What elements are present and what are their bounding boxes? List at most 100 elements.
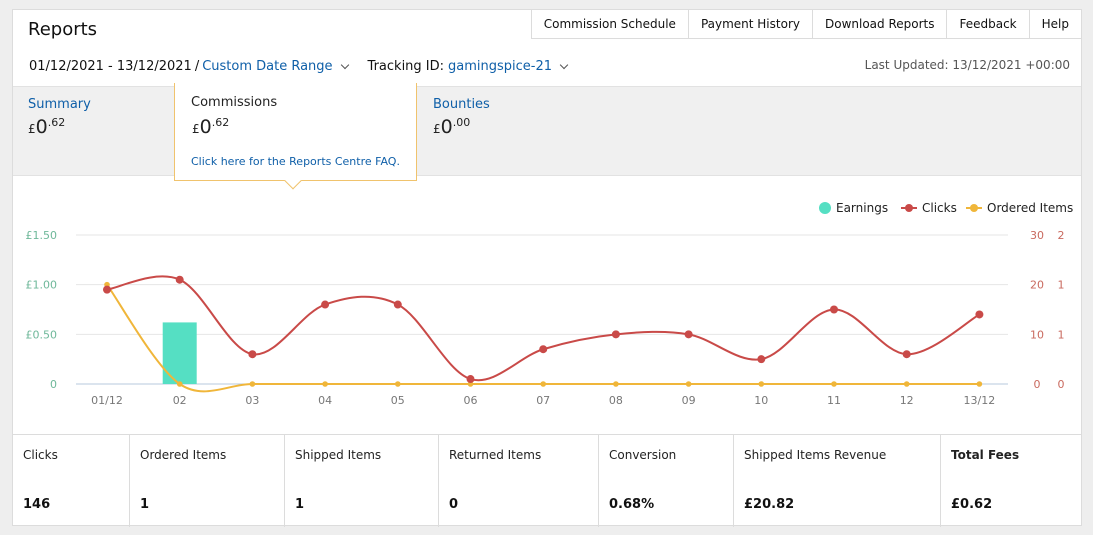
stat-label: Conversion bbox=[609, 448, 677, 462]
stat-label: Clicks bbox=[23, 448, 58, 462]
clicks-point bbox=[393, 300, 402, 309]
last-updated: Last Updated: 13/12/2021 +00:00 bbox=[864, 58, 1070, 72]
y-tick-label-left: 0 bbox=[50, 378, 57, 391]
x-tick-label: 08 bbox=[609, 394, 623, 407]
nav-download-reports[interactable]: Download Reports bbox=[812, 9, 948, 39]
clicks-legend-icon bbox=[901, 204, 917, 212]
tracking-id-selector[interactable]: gamingspice-21 bbox=[448, 59, 552, 74]
ordered-items-point bbox=[903, 381, 910, 387]
summary-tab[interactable]: Summary £0.62 bbox=[28, 97, 91, 138]
stat-value: 0 bbox=[449, 497, 459, 512]
stat-label: Shipped Items bbox=[295, 448, 382, 462]
stat-shipped-items-revenue: Shipped Items Revenue £20.82 bbox=[734, 435, 941, 527]
commissions-label[interactable]: Commissions bbox=[191, 95, 277, 110]
x-tick-label: 04 bbox=[318, 394, 332, 407]
nav-payment-history[interactable]: Payment History bbox=[688, 9, 813, 39]
bounties-tab[interactable]: Bounties £0.00 bbox=[433, 97, 490, 138]
bounties-value: £0.00 bbox=[433, 116, 471, 138]
x-tick-label: 06 bbox=[464, 394, 478, 407]
ordered-items-point bbox=[176, 381, 183, 387]
popover-arrow bbox=[284, 172, 302, 190]
ordered-items-point bbox=[831, 381, 837, 387]
commissions-value: £0.62 bbox=[192, 116, 230, 138]
ordered-items-line bbox=[106, 284, 980, 393]
clicks-point bbox=[975, 310, 984, 319]
x-tick-label: 07 bbox=[536, 394, 550, 407]
summary-label[interactable]: Summary bbox=[28, 97, 91, 112]
clicks-point bbox=[757, 355, 766, 364]
clicks-point bbox=[611, 330, 620, 339]
stat-value: 1 bbox=[140, 497, 150, 512]
tracking-id-label: Tracking ID: bbox=[367, 59, 445, 74]
x-tick-label: 12 bbox=[900, 394, 914, 407]
date-range-chevron-down-icon[interactable] bbox=[340, 60, 349, 70]
y-tick-label-left: £0.50 bbox=[26, 328, 58, 341]
clicks-point bbox=[248, 350, 257, 359]
nav-commission-schedule[interactable]: Commission Schedule bbox=[530, 9, 689, 39]
stat-ordered-items: Ordered Items 1 bbox=[130, 435, 285, 527]
y-tick-label-right-clicks: 10 bbox=[1030, 328, 1044, 341]
ordered-items-point bbox=[685, 381, 692, 387]
earnings-chart: £1.50 30 2£1.00 20 1£0.50 10 10 0 001/12 02 03 04 05… bbox=[26, 229, 1065, 407]
top-nav: Commission Schedule Payment History Down… bbox=[530, 9, 1082, 39]
ordered-items-point bbox=[976, 381, 983, 387]
stat-value: 146 bbox=[23, 497, 51, 512]
ordered-items-point bbox=[395, 381, 401, 387]
y-tick-label-right-items: 1 bbox=[1058, 279, 1065, 292]
nav-feedback[interactable]: Feedback bbox=[947, 9, 1030, 39]
stat-value: £0.62 bbox=[951, 497, 993, 512]
stat-label: Total Fees bbox=[951, 448, 1020, 462]
stats-row: Clicks 146 Ordered Items 1 Shipped Items… bbox=[13, 434, 1081, 527]
date-range-text: 01/12/2021 - 13/12/2021 bbox=[29, 59, 192, 74]
y-tick-label-right-clicks: 20 bbox=[1030, 279, 1044, 292]
reports-faq-link[interactable]: Click here for the Reports Centre FAQ. bbox=[191, 155, 400, 168]
tracking-id-chevron-down-icon[interactable] bbox=[559, 60, 569, 70]
nav-help[interactable]: Help bbox=[1029, 9, 1082, 39]
clicks-point bbox=[466, 375, 475, 384]
stat-shipped-items: Shipped Items 1 bbox=[285, 435, 439, 527]
y-tick-label-right-items: 1 bbox=[1058, 328, 1065, 341]
date-range-bar: 01/12/2021 - 13/12/2021 / Custom Date Ra… bbox=[29, 59, 573, 74]
y-tick-label-right-clicks: 0 bbox=[1034, 378, 1041, 391]
summary-value: £0.62 bbox=[28, 116, 66, 138]
x-tick-label: 01/12 bbox=[91, 394, 123, 407]
y-tick-label-right-items: 0 bbox=[1058, 378, 1065, 391]
ordered-items-point bbox=[249, 381, 256, 387]
ordered-items-legend-icon bbox=[966, 204, 982, 212]
commissions-popover: Commissions £0.62 Click here for the Rep… bbox=[174, 83, 417, 190]
date-separator: / bbox=[194, 59, 200, 74]
date-range-selector[interactable]: Custom Date Range bbox=[202, 59, 332, 74]
clicks-line bbox=[106, 275, 980, 382]
clicks-point bbox=[103, 285, 111, 294]
stat-value: 0.68% bbox=[609, 497, 655, 512]
stat-conversion: Conversion 0.68% bbox=[599, 435, 734, 527]
stat-total-fees: Total Fees £0.62 bbox=[941, 435, 1081, 527]
clicks-point bbox=[539, 345, 548, 354]
x-tick-label: 02 bbox=[173, 394, 187, 407]
x-tick-label: 11 bbox=[827, 394, 841, 407]
x-tick-label: 03 bbox=[245, 394, 259, 407]
y-tick-label-left: £1.50 bbox=[26, 229, 58, 242]
clicks-point bbox=[321, 300, 330, 309]
clicks-point bbox=[175, 275, 184, 284]
earnings-bar bbox=[162, 322, 197, 384]
page-title: Reports bbox=[28, 19, 98, 40]
stat-label: Ordered Items bbox=[140, 448, 227, 462]
clicks-point bbox=[902, 350, 911, 359]
reports-card: Reports Commission Schedule Payment Hist… bbox=[12, 9, 1082, 527]
stat-clicks: Clicks 146 bbox=[13, 435, 130, 527]
stat-value: £20.82 bbox=[744, 497, 795, 512]
bounties-label[interactable]: Bounties bbox=[433, 97, 490, 112]
ordered-items-point bbox=[758, 381, 765, 387]
stat-label: Shipped Items Revenue bbox=[744, 448, 887, 462]
y-tick-label-left: £1.00 bbox=[26, 279, 58, 292]
stat-returned-items: Returned Items 0 bbox=[439, 435, 599, 527]
x-tick-label: 10 bbox=[754, 394, 768, 407]
stat-value: 1 bbox=[295, 497, 305, 512]
ordered-items-point bbox=[540, 381, 546, 387]
y-tick-label-right-items: 2 bbox=[1058, 229, 1065, 242]
clicks-point bbox=[830, 305, 838, 314]
ordered-items-point bbox=[322, 381, 328, 387]
clicks-point bbox=[684, 330, 693, 339]
stat-label: Returned Items bbox=[449, 448, 542, 462]
